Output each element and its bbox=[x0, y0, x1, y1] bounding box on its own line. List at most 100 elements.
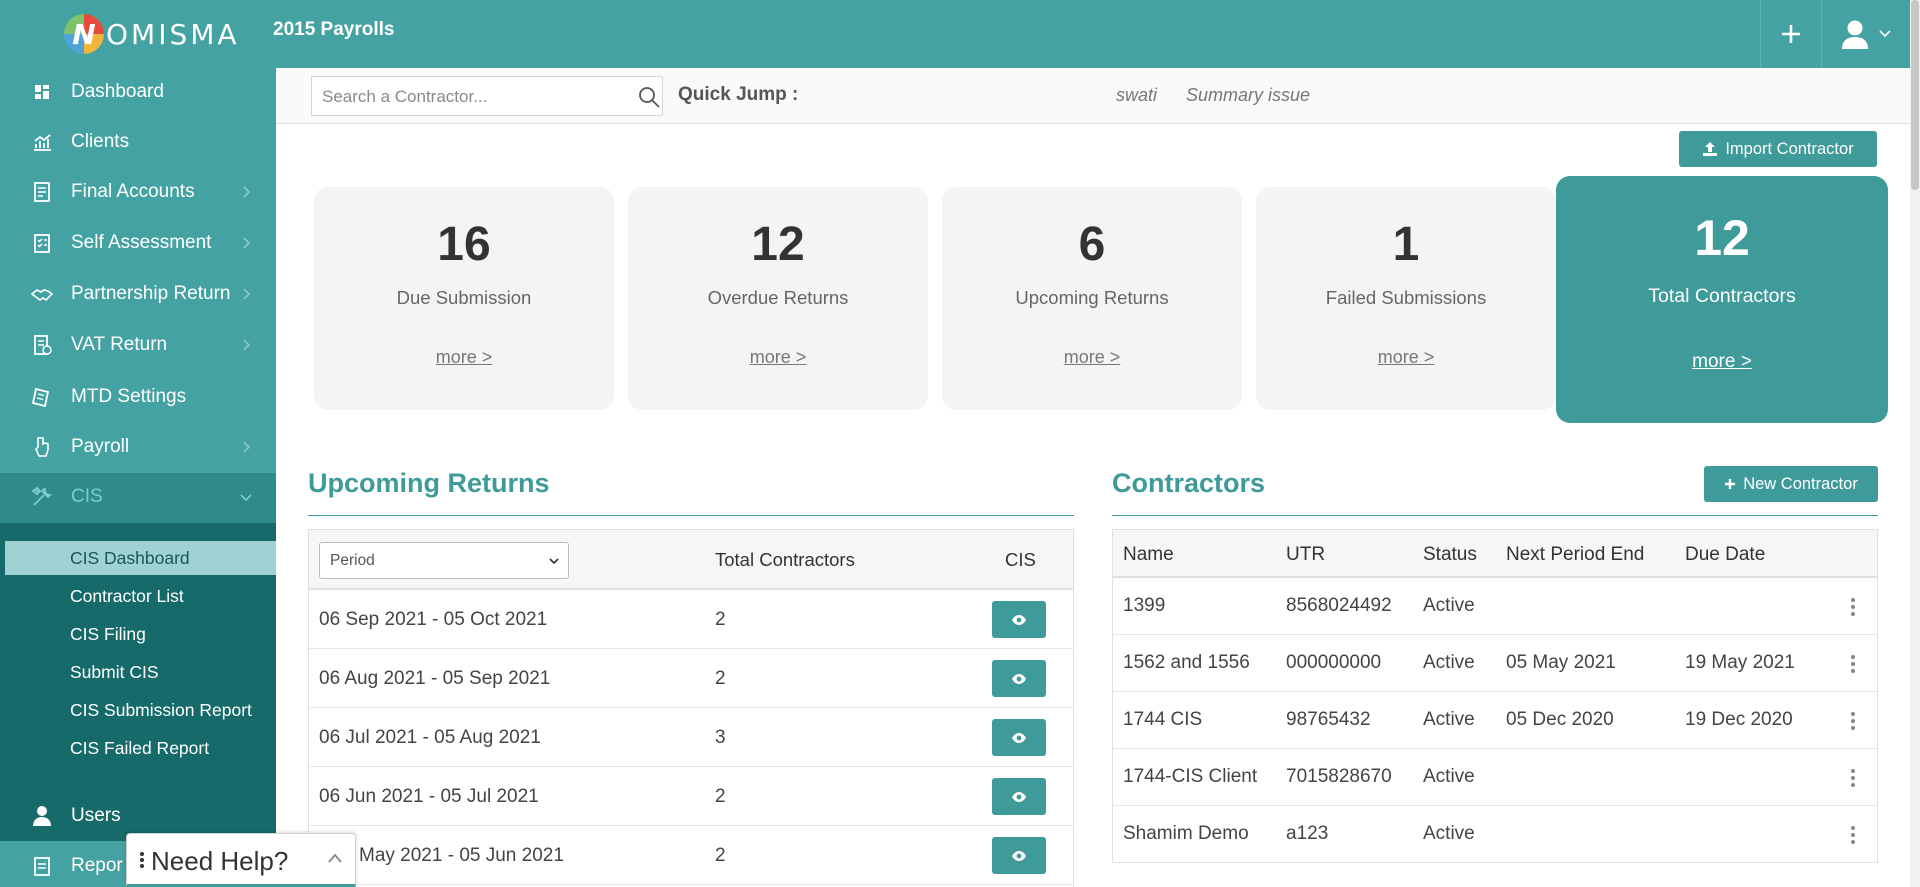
upcoming-returns-table: Period Total Contractors CIS 06 Sep 2021… bbox=[308, 529, 1074, 887]
sidebar-item-clients[interactable]: Clients bbox=[0, 118, 276, 166]
stat-label: Due Submission bbox=[396, 287, 532, 308]
table-row[interactable]: 1744 CIS 98765432 Active 05 Dec 2020 19 … bbox=[1113, 692, 1877, 749]
sidebar-item-final-accounts[interactable]: Final Accounts bbox=[0, 168, 276, 216]
submenu-item-submit-cis[interactable]: Submit CIS bbox=[5, 655, 276, 689]
submenu-item-cis-failed-report[interactable]: CIS Failed Report bbox=[5, 731, 276, 765]
sidebar-item-label: Users bbox=[71, 805, 121, 826]
user-menu-button[interactable] bbox=[1822, 0, 1910, 68]
more-link[interactable]: more > bbox=[628, 347, 928, 368]
sidebar-item-self-assessment[interactable]: Self Assessment bbox=[0, 219, 276, 267]
more-options-icon[interactable] bbox=[1850, 710, 1856, 732]
more-options-icon[interactable] bbox=[1850, 824, 1856, 846]
sidebar-item-vat-return[interactable]: VAT Return bbox=[0, 321, 276, 369]
logo-text: OMISMA bbox=[106, 17, 240, 51]
page-title: 2015 Payrolls bbox=[273, 19, 395, 40]
column-header-total-contractors: Total Contractors bbox=[715, 549, 855, 570]
user-icon bbox=[1842, 20, 1868, 49]
contractor-search[interactable] bbox=[311, 76, 663, 116]
stat-value: 6 bbox=[1078, 218, 1106, 271]
period-cell: 06 Jul 2021 - 05 Aug 2021 bbox=[319, 727, 541, 748]
stat-label: Failed Submissions bbox=[1325, 287, 1487, 308]
chevron-right-icon bbox=[243, 441, 251, 453]
new-contractor-button[interactable]: New Contractor bbox=[1704, 466, 1878, 502]
submenu-item-cis-submission-report[interactable]: CIS Submission Report bbox=[5, 693, 276, 727]
table-row: 06 Aug 2021 - 05 Sep 2021 2 bbox=[309, 649, 1073, 708]
utr-cell: 7015828670 bbox=[1286, 766, 1392, 787]
due-date-cell: 19 May 2021 bbox=[1685, 652, 1795, 673]
submenu-item-cis-dashboard[interactable]: CIS Dashboard bbox=[5, 541, 276, 575]
sidebar-item-label: CIS bbox=[71, 486, 103, 507]
view-button[interactable] bbox=[992, 719, 1046, 756]
quick-jump-link[interactable]: swati bbox=[1116, 85, 1157, 106]
stat-value: 12 bbox=[751, 218, 805, 271]
more-options-icon[interactable] bbox=[1850, 596, 1856, 618]
name-cell: 1744-CIS Client bbox=[1123, 766, 1258, 787]
section-divider bbox=[308, 515, 1074, 516]
name-cell: 1399 bbox=[1123, 595, 1166, 616]
table-row[interactable]: 1399 8568024492 Active bbox=[1113, 578, 1877, 635]
period-cell: 06 Aug 2021 - 05 Sep 2021 bbox=[319, 668, 551, 689]
more-link[interactable]: more > bbox=[1256, 347, 1556, 368]
more-link[interactable]: more > bbox=[314, 347, 614, 368]
search-input[interactable] bbox=[322, 85, 612, 109]
need-help-label: Need Help? bbox=[151, 846, 289, 876]
view-button[interactable] bbox=[992, 601, 1046, 638]
submenu-item-cis-filing[interactable]: CIS Filing bbox=[5, 617, 276, 651]
quick-jump-link[interactable]: Summary issue bbox=[1186, 85, 1310, 106]
total-cell: 2 bbox=[715, 609, 726, 630]
total-cell: 2 bbox=[715, 845, 726, 866]
stat-label: Total Contractors bbox=[1648, 285, 1796, 307]
chart-icon bbox=[34, 134, 51, 151]
table-row[interactable]: 1744-CIS Client 7015828670 Active bbox=[1113, 749, 1877, 806]
import-contractor-label: Import Contractor bbox=[1725, 139, 1854, 158]
more-link[interactable]: more > bbox=[942, 347, 1242, 368]
total-cell: 2 bbox=[715, 668, 726, 689]
name-cell: 1744 CIS bbox=[1123, 709, 1203, 730]
more-options-icon[interactable] bbox=[1850, 653, 1856, 675]
contractors-title: Contractors bbox=[1112, 468, 1266, 498]
sidebar-item-mtd-settings[interactable]: MTD Settings bbox=[0, 373, 276, 421]
stat-value: 16 bbox=[437, 218, 491, 271]
sidebar-item-label: Final Accounts bbox=[71, 181, 195, 202]
sidebar-item-label: Clients bbox=[71, 131, 130, 152]
view-button[interactable] bbox=[992, 837, 1046, 874]
vat-icon bbox=[34, 335, 52, 355]
search-icon[interactable] bbox=[637, 85, 661, 109]
sidebar-item-label: Self Assessment bbox=[71, 232, 212, 253]
import-contractor-button[interactable]: Import Contractor bbox=[1679, 131, 1877, 167]
eye-icon bbox=[1012, 791, 1026, 802]
name-cell: Shamim Demo bbox=[1123, 823, 1249, 844]
search-toolbar: Quick Jump : swati Summary issue bbox=[276, 68, 1910, 124]
table-row: 06 Jul 2021 - 05 Aug 2021 3 bbox=[309, 708, 1073, 767]
chevron-right-icon bbox=[243, 186, 251, 198]
table-row[interactable]: Shamim Demo a123 Active bbox=[1113, 806, 1877, 863]
sidebar-item-payroll[interactable]: Payroll bbox=[0, 423, 276, 471]
view-button[interactable] bbox=[992, 660, 1046, 697]
chevron-down-icon bbox=[549, 558, 559, 565]
add-button[interactable] bbox=[1760, 0, 1822, 68]
period-cell: 06 Jun 2021 - 05 Jul 2021 bbox=[319, 786, 539, 807]
sidebar-item-dashboard[interactable]: Dashboard bbox=[0, 68, 276, 116]
dashboard-icon bbox=[35, 85, 49, 99]
need-help-widget[interactable]: Need Help? bbox=[126, 833, 356, 887]
view-button[interactable] bbox=[992, 778, 1046, 815]
nomisma-logo[interactable]: N OMISMA bbox=[64, 12, 240, 56]
more-link[interactable]: more > bbox=[1556, 351, 1888, 373]
upload-icon bbox=[1703, 142, 1718, 156]
chevron-up-icon[interactable] bbox=[327, 852, 343, 864]
submenu-item-contractor-list[interactable]: Contractor List bbox=[5, 579, 276, 613]
tools-icon bbox=[31, 486, 53, 506]
column-header-next-period-end: Next Period End bbox=[1506, 544, 1645, 565]
eye-icon bbox=[1012, 673, 1026, 684]
stat-card-overdue-returns: 12 Overdue Returns more > bbox=[628, 187, 928, 410]
drag-handle-icon[interactable] bbox=[139, 848, 145, 872]
table-row[interactable]: 1562 and 1556 000000000 Active 05 May 20… bbox=[1113, 635, 1877, 692]
sidebar-item-cis[interactable]: CIS bbox=[0, 473, 276, 523]
more-options-icon[interactable] bbox=[1850, 767, 1856, 789]
scrollbar-thumb[interactable] bbox=[1911, 0, 1919, 190]
eye-icon bbox=[1012, 850, 1026, 861]
sidebar-item-partnership-return[interactable]: Partnership Return bbox=[0, 270, 276, 318]
plus-icon bbox=[1725, 479, 1736, 489]
column-header-due-date: Due Date bbox=[1685, 544, 1766, 565]
period-select[interactable]: Period bbox=[319, 542, 569, 579]
